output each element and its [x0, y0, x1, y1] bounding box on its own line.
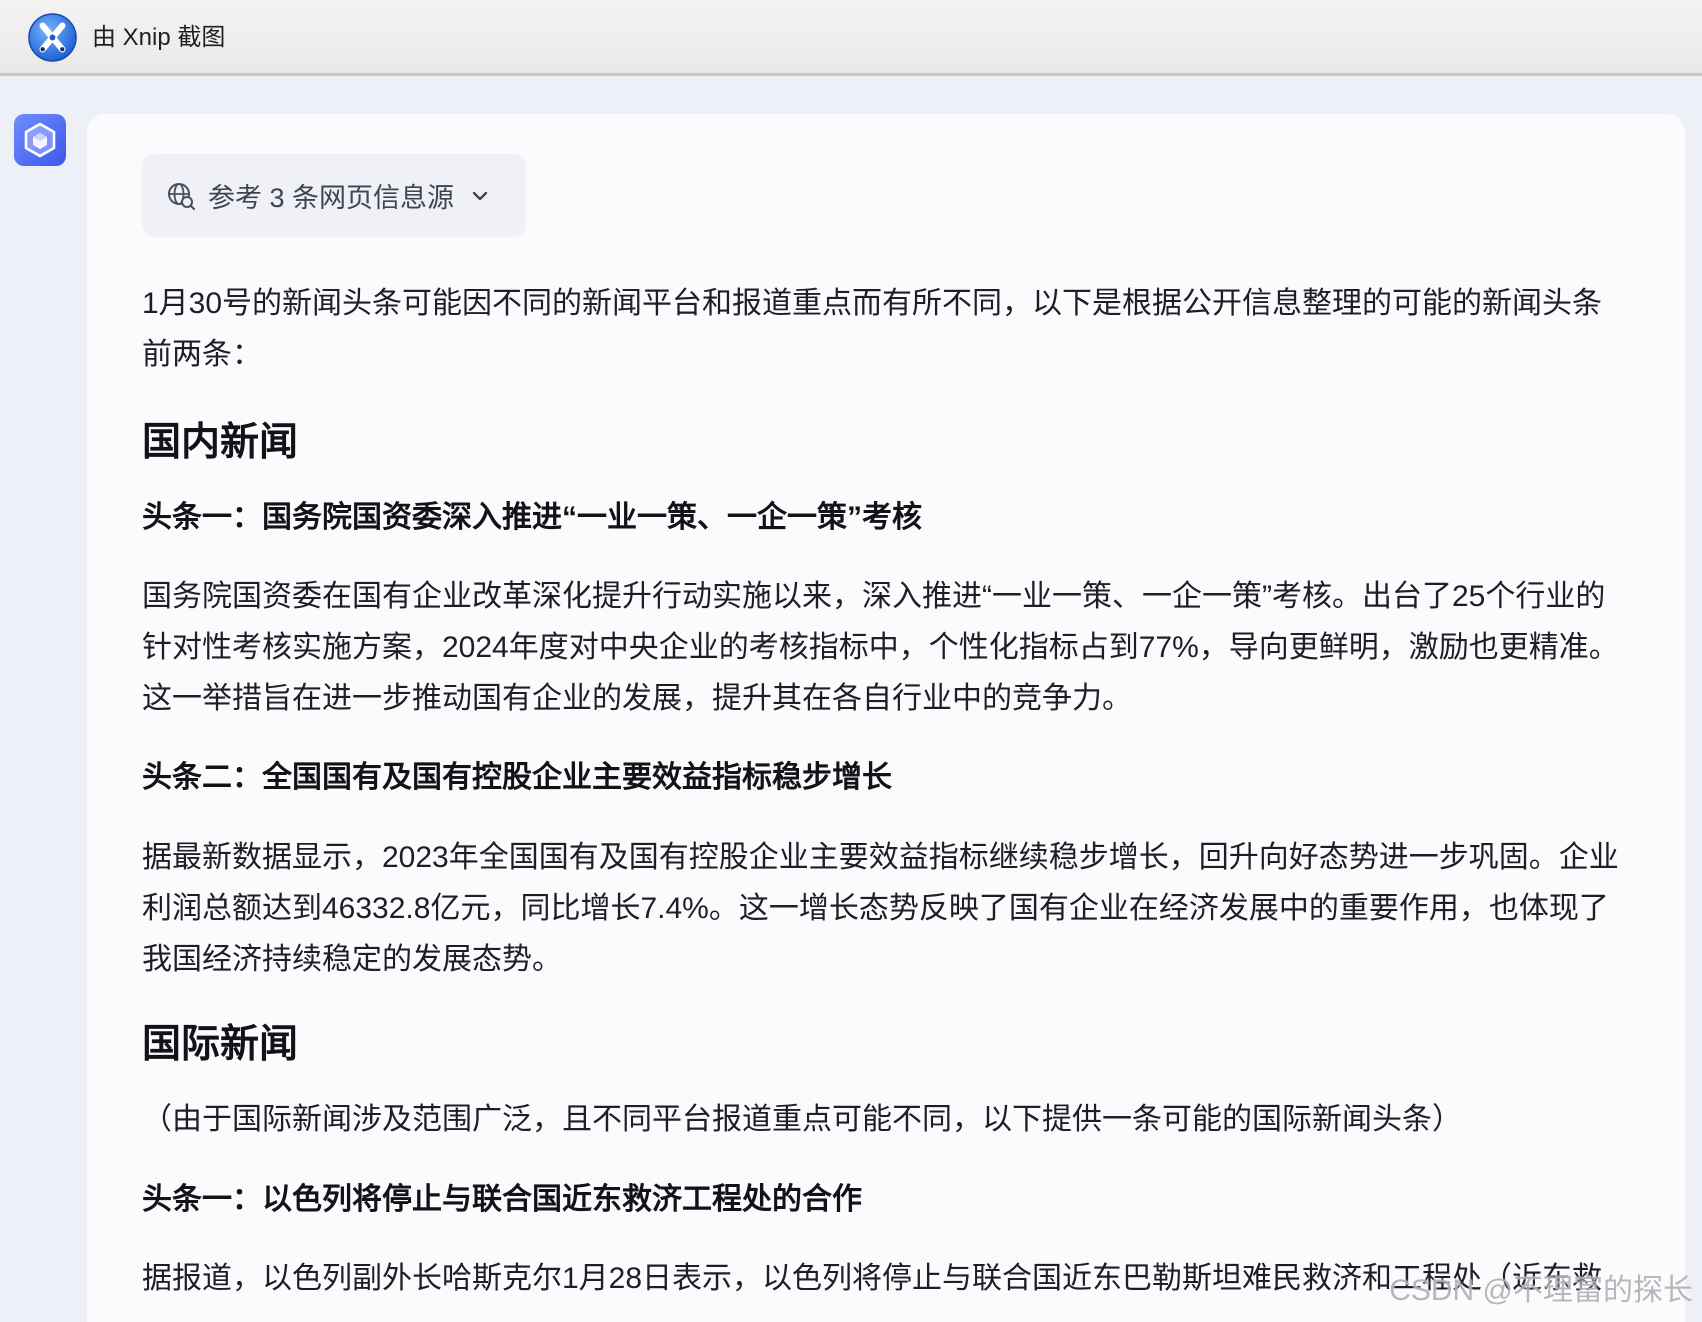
headline-paragraph: 据最新数据显示，2023年全国国有及国有控股企业主要效益指标继续稳步增长，回升向…: [142, 832, 1685, 985]
assistant-cube-icon: [14, 114, 66, 166]
paragraph-line: 我国经济持续稳定的发展态势。: [142, 943, 562, 976]
paragraph-line: 前两条：: [142, 338, 262, 371]
section-note: （由于国际新闻涉及范围广泛，且不同平台报道重点可能不同，以下提供一条可能的国际新…: [142, 1103, 1462, 1136]
intro-paragraph: 1月30号的新闻头条可能因不同的新闻平台和报道重点而有所不同，以下是根据公开信息…: [142, 278, 1685, 380]
paragraph-line: 国务院国资委在国有企业改革深化提升行动实施以来，深入推进“一业一策、一企一策”考…: [142, 580, 1606, 613]
window-title: 由 Xnip 截图: [92, 24, 226, 51]
section-heading-domestic: 国内新闻: [142, 421, 299, 464]
paragraph-line: 利润总额达到46332.8亿元，同比增长7.4%。这一增长态势反映了国有企业在经…: [142, 892, 1609, 925]
paragraph-line: 据报道，以色列副外长哈斯克尔1月28日表示，以色列将停止与联合国近东巴勒斯坦难民…: [142, 1262, 1603, 1295]
globe-search-icon: [168, 182, 196, 210]
sources-chip-label: 参考 3 条网页信息源: [208, 183, 455, 213]
assistant-message-card: 参考 3 条网页信息源 1月30号的新闻头条可能因不同的新闻平台和报道重点而有所…: [87, 114, 1685, 1322]
headline-title: 头条二：全国国有及国有控股企业主要效益指标稳步增长: [142, 761, 892, 794]
sources-chip[interactable]: 参考 3 条网页信息源: [142, 154, 526, 237]
paragraph-line: 据最新数据显示，2023年全国国有及国有控股企业主要效益指标继续稳步增长，回升向…: [142, 841, 1619, 874]
headline-paragraph: 国务院国资委在国有企业改革深化提升行动实施以来，深入推进“一业一策、一企一策”考…: [142, 571, 1685, 724]
title-bar: 由 Xnip 截图: [0, 0, 1702, 76]
chevron-down-icon: [472, 191, 488, 200]
paragraph-line: 针对性考核实施方案，2024年度对中央企业的考核指标中，个性化指标占到77%，导…: [142, 631, 1619, 664]
headline-title: 头条一：以色列将停止与联合国近东救济工程处的合作: [142, 1183, 862, 1216]
section-heading-international: 国际新闻: [142, 1023, 299, 1066]
headline-paragraph: 据报道，以色列副外长哈斯克尔1月28日表示，以色列将停止与联合国近东巴勒斯坦难民…: [142, 1253, 1685, 1304]
paragraph-line: 这一举措旨在进一步推动国有企业的发展，提升其在各自行业中的竞争力。: [142, 682, 1132, 715]
paragraph-line: 1月30号的新闻头条可能因不同的新闻平台和报道重点而有所不同，以下是根据公开信息…: [142, 287, 1603, 320]
headline-title: 头条一：国务院国资委深入推进“一业一策、一企一策”考核: [142, 501, 922, 534]
xnip-logo-icon: [28, 13, 77, 62]
